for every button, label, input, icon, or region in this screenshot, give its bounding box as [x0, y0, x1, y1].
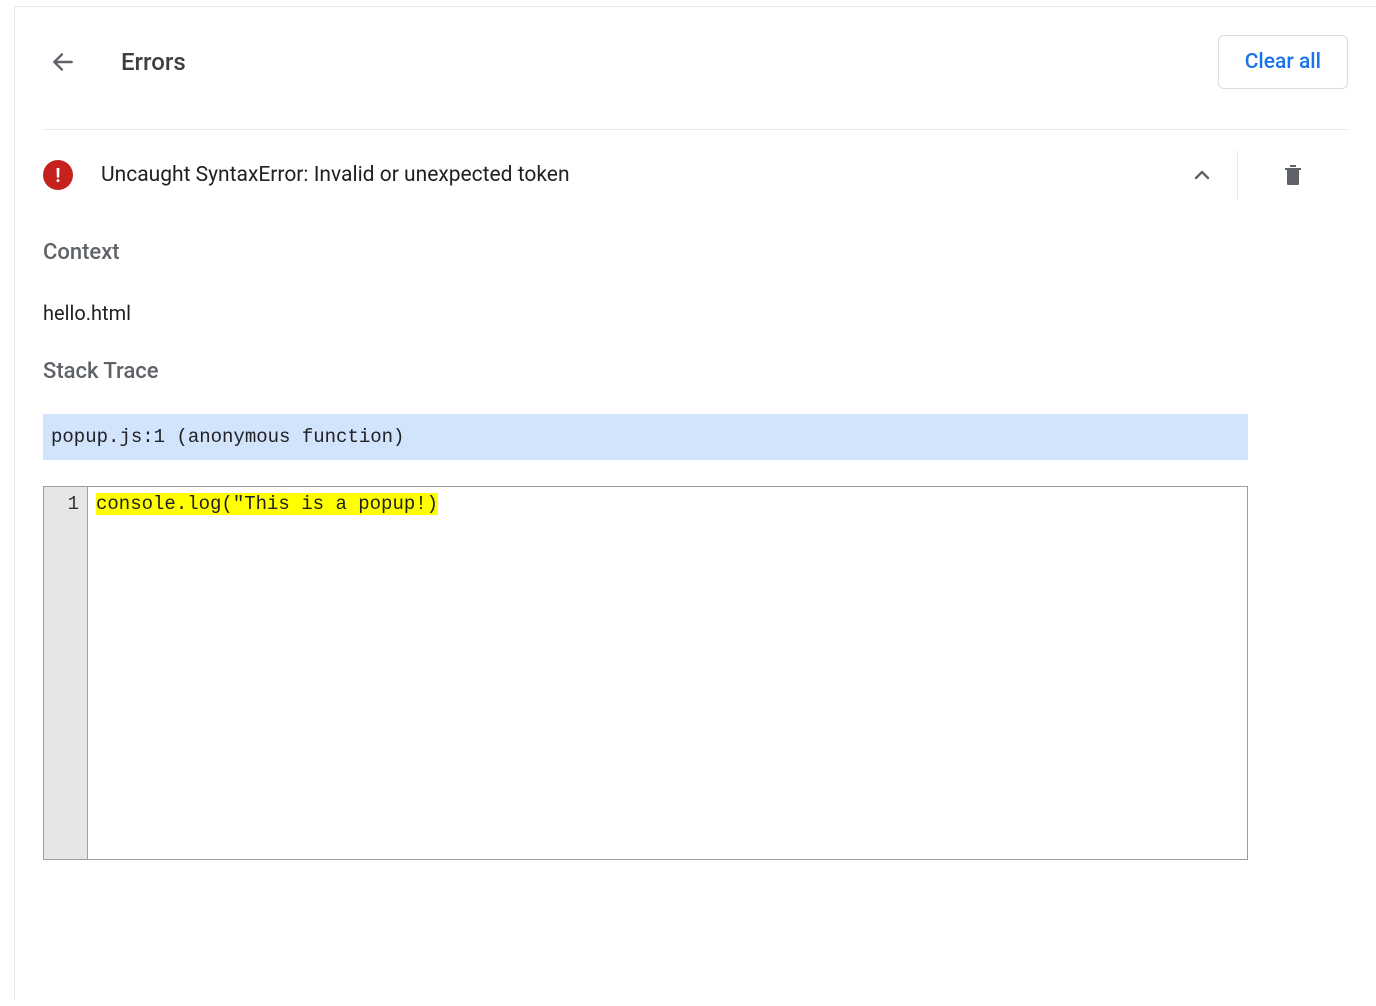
header-left: Errors: [43, 42, 186, 82]
error-item-header-right: [1167, 150, 1348, 200]
back-button[interactable]: [43, 42, 83, 82]
context-heading: Context: [43, 240, 1348, 265]
highlighted-code: console.log("This is a popup!): [96, 493, 438, 515]
stack-trace-heading: Stack Trace: [43, 359, 1348, 384]
error-item-header: ! Uncaught SyntaxError: Invalid or unexp…: [43, 138, 1348, 212]
delete-error-button[interactable]: [1238, 150, 1348, 200]
error-item-header-left: ! Uncaught SyntaxError: Invalid or unexp…: [43, 160, 570, 190]
code-body: console.log("This is a popup!): [88, 487, 446, 859]
page-title: Errors: [121, 48, 186, 76]
collapse-toggle-button[interactable]: [1167, 150, 1237, 200]
error-icon: !: [43, 160, 73, 190]
stack-trace-entry[interactable]: popup.js:1 (anonymous function): [43, 414, 1248, 460]
error-item: ! Uncaught SyntaxError: Invalid or unexp…: [43, 138, 1348, 860]
code-gutter: 1: [44, 487, 88, 859]
errors-page: Errors Clear all ! Uncaught SyntaxError:…: [14, 6, 1376, 1000]
page-header: Errors Clear all: [43, 37, 1348, 87]
line-number: 1: [44, 493, 79, 515]
context-value: hello.html: [43, 301, 1348, 325]
arrow-left-icon: [50, 49, 76, 75]
error-message: Uncaught SyntaxError: Invalid or unexpec…: [101, 163, 570, 187]
header-divider: [43, 129, 1348, 130]
trash-icon: [1281, 162, 1305, 188]
chevron-up-icon: [1190, 163, 1214, 187]
error-details: Context hello.html Stack Trace popup.js:…: [43, 212, 1348, 860]
clear-all-button[interactable]: Clear all: [1218, 35, 1348, 89]
code-viewer: 1 console.log("This is a popup!): [43, 486, 1248, 860]
